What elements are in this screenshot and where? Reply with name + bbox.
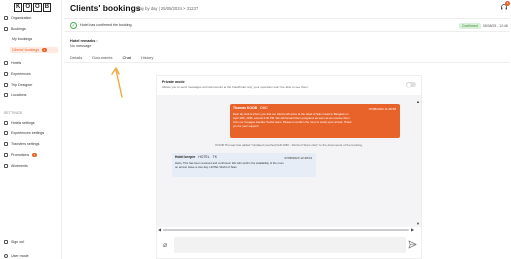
tag-icon xyxy=(4,153,8,157)
sidebar-item-my-bookings[interactable]: My bookings xyxy=(12,37,58,41)
message-timestamp: 07/08/2023 11:28:58 xyxy=(368,106,396,111)
incoming-message: Hotel keeper HOTEL TK 07/08/2023 12:28:04 … xyxy=(172,153,316,177)
koob-logo[interactable]: KOOB xyxy=(14,3,52,12)
message-body: Dear all, kind & inform you that our cli… xyxy=(233,111,352,128)
ticket-icon xyxy=(4,72,8,76)
sidebar: KOOB Organization Bookings My bookings C… xyxy=(0,0,62,259)
check-circle-icon: ✓ xyxy=(70,22,77,29)
scroll-left-arrow-icon[interactable]: ◀ xyxy=(158,227,161,232)
private-mode-title: Private mode xyxy=(162,80,185,84)
sidebar-item-experiences[interactable]: Experiences xyxy=(4,72,60,76)
calendar-icon xyxy=(4,27,8,31)
sidebar-item-promotions[interactable]: Promotions 1 xyxy=(4,153,60,157)
scroll-down-arrow-icon[interactable]: ▼ xyxy=(416,221,420,226)
annotation-arrow-icon xyxy=(111,67,123,98)
notification-badge: 1 xyxy=(505,1,510,6)
horizontal-scrollbar[interactable] xyxy=(163,229,409,231)
map-icon xyxy=(4,83,8,87)
scroll-up-arrow-icon[interactable]: ▲ xyxy=(416,99,420,104)
settings-section-label: SETTINGS xyxy=(4,111,23,115)
sidebar-item-hotels[interactable]: Hotels xyxy=(4,61,60,65)
logout-icon xyxy=(4,240,8,244)
sidebar-item-organization[interactable]: Organization xyxy=(4,16,60,20)
sidebar-item-allotments[interactable]: Allotments xyxy=(4,164,60,168)
language-flag: TK xyxy=(212,155,218,159)
status-timestamp: 05/08/25 - 12:48 xyxy=(483,23,508,28)
paperclip-icon[interactable]: ⌀ xyxy=(163,241,167,249)
sidebar-item-bookings[interactable]: Bookings xyxy=(4,27,60,31)
user-mode-button[interactable]: User mode xyxy=(4,254,29,258)
bed-icon xyxy=(4,61,8,65)
status-bar: ✓ Hotel has confirmed the booking. Confi… xyxy=(64,18,510,32)
tab-divider xyxy=(64,62,510,63)
sender-role-tag: HOTEL xyxy=(198,155,210,159)
status-message: Hotel has confirmed the booking. xyxy=(80,23,133,27)
status-badge: Confirmed xyxy=(459,22,481,29)
sidebar-item-clients-bookings[interactable]: Clients' bookings 1 xyxy=(10,47,58,53)
bed-icon xyxy=(4,121,8,125)
message-input[interactable] xyxy=(174,237,406,253)
message-sender: Hotel keeper xyxy=(175,155,196,159)
hotel-remarks-value: No message xyxy=(70,44,92,48)
send-icon[interactable] xyxy=(408,240,417,249)
message-sender: Thomas KOOB xyxy=(233,106,258,110)
outgoing-message: Thomas KOOB DMC 07/08/2023 11:28:58 Dear … xyxy=(230,104,400,138)
ticket-icon xyxy=(4,131,8,135)
sidebar-item-hotels-settings[interactable]: Hotels settings xyxy=(4,121,60,125)
private-mode-description: Allows you to send messages and document… xyxy=(162,85,309,89)
private-mode-toggle[interactable] xyxy=(406,82,416,87)
scroll-right-arrow-icon[interactable]: ▶ xyxy=(411,227,414,232)
message-composer: ⌀ xyxy=(160,234,418,256)
sidebar-item-transfers-settings[interactable]: Transfers settings xyxy=(4,142,60,146)
sidebar-item-trip-designer[interactable]: Trip Designer xyxy=(4,83,60,87)
user-icon xyxy=(4,254,8,258)
sign-out-button[interactable]: Sign out xyxy=(4,240,24,244)
message-timestamp: 07/08/2023 12:28:04 xyxy=(284,155,312,160)
pin-icon xyxy=(4,93,8,97)
page-title: Clients' bookings xyxy=(70,3,141,13)
sender-role-tag: DMC xyxy=(260,106,268,110)
system-event-line: KOOB Thomas has added "Updated voucher(C… xyxy=(215,143,363,147)
building-icon xyxy=(4,16,8,20)
chart-icon xyxy=(4,164,8,168)
sidebar-item-locations[interactable]: Locations xyxy=(4,93,60,97)
hotel-remarks-label: Hotel remarks : xyxy=(70,39,98,43)
count-badge: 1 xyxy=(32,153,37,157)
count-badge: 1 xyxy=(42,48,47,52)
breadcrumb: - Day by day | 25/05/2024 > 31237 xyxy=(134,6,199,11)
message-body: Hello, This has been received and confir… xyxy=(175,160,284,169)
sidebar-item-experiences-settings[interactable]: Experiences settings xyxy=(4,131,60,135)
car-icon xyxy=(4,142,8,146)
